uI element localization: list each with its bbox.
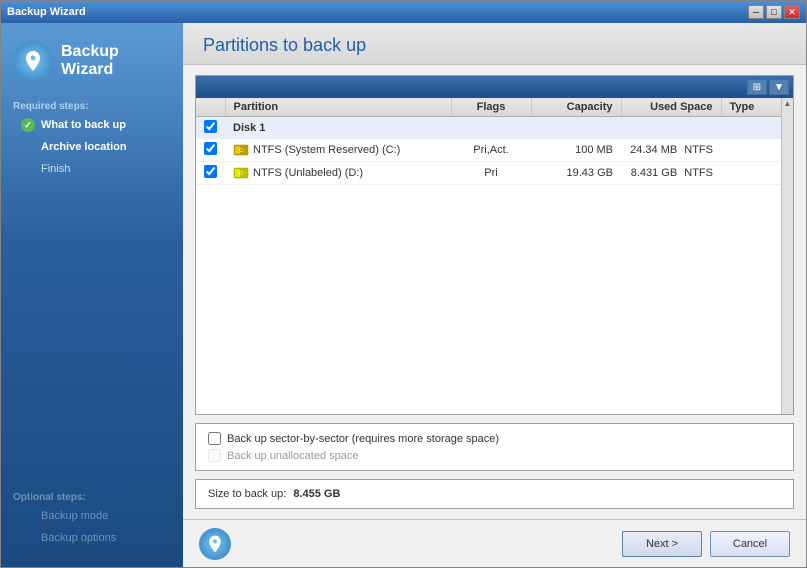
main-content: Partitions to back up ⊞ ▼: [183, 23, 806, 567]
partition-table-container: ⊞ ▼ Partition Flags C: [195, 75, 794, 415]
size-area: Size to back up: 8.455 GB: [195, 479, 794, 509]
footer: Next > Cancel: [183, 519, 806, 567]
window-content: Backup Wizard Required steps: ✓ What to …: [1, 23, 806, 567]
partition2-flags: Pri: [451, 162, 531, 185]
partition1-type: [721, 139, 781, 162]
partition2-type: [721, 162, 781, 185]
sidebar-optional-section: Optional steps: Backup mode Backup optio…: [1, 480, 183, 557]
partition2-name-cell: D: NTFS (Unlabeled) (D:): [225, 162, 451, 185]
table-row: C: NTFS (System Reserved) (C:) Pri,Act. …: [196, 139, 781, 162]
partition2-icon: D:: [233, 165, 249, 181]
partitions-table-element: Partition Flags Capacity Used Space Type: [196, 98, 781, 185]
wizard-icon: [13, 41, 53, 81]
table-row: D: NTFS (Unlabeled) (D:) Pri 19.43 GB: [196, 162, 781, 185]
partition2-usedspace: 8.431 GB NTFS: [621, 162, 721, 185]
col-header-flags: Flags: [451, 98, 531, 117]
footer-logo-icon: [205, 534, 225, 554]
title-bar-buttons: ─ □ ✕: [748, 5, 800, 19]
toolbar-icon-1[interactable]: ⊞: [747, 79, 767, 95]
option-sector-by-sector: Back up sector-by-sector (requires more …: [208, 432, 781, 445]
sidebar-item-label-what-to-backup: What to back up: [41, 119, 126, 131]
disk-group-check-cell: [196, 117, 225, 140]
wizard-icon-svg: [21, 49, 45, 73]
sidebar-item-label-archive-location: Archive location: [41, 141, 127, 153]
backup-wizard-window: Backup Wizard ─ □ ✕ Backup Wizard Requir…: [0, 0, 807, 568]
size-label: Size to back up:: [208, 488, 286, 500]
no-icon-backup-options: [21, 531, 35, 545]
partition2-checkbox[interactable]: [204, 165, 217, 178]
unallocated-label: Back up unallocated space: [227, 450, 358, 462]
partition2-capacity: 19.43 GB: [531, 162, 621, 185]
col-header-partition: Partition: [225, 98, 451, 117]
partition1-usedspace: 24.34 MB NTFS: [621, 139, 721, 162]
unallocated-checkbox[interactable]: [208, 449, 221, 462]
col-header-usedspace: Used Space: [621, 98, 721, 117]
disk-group-label: Disk 1: [225, 117, 781, 140]
next-button[interactable]: Next >: [622, 531, 702, 557]
col-header-check: [196, 98, 225, 117]
svg-text:D:: D:: [239, 171, 244, 177]
maximize-button[interactable]: □: [766, 5, 782, 19]
sector-by-sector-label: Back up sector-by-sector (requires more …: [227, 433, 499, 445]
disk-group-row: Disk 1: [196, 117, 781, 140]
table-scroll-wrapper: Partition Flags Capacity Used Space Type: [196, 98, 793, 414]
partition2-check-cell: [196, 162, 225, 185]
size-value: 8.455 GB: [293, 488, 340, 500]
col-header-type: Type: [721, 98, 781, 117]
title-bar: Backup Wizard ─ □ ✕: [1, 1, 806, 23]
sidebar-header: Backup Wizard: [1, 33, 183, 97]
sidebar-item-label-finish: Finish: [41, 163, 70, 175]
cancel-button[interactable]: Cancel: [710, 531, 790, 557]
partition1-checkbox[interactable]: [204, 142, 217, 155]
no-icon-archive: [21, 140, 35, 154]
sidebar-item-backup-options[interactable]: Backup options: [1, 527, 183, 549]
partition2-name-wrapper: D: NTFS (Unlabeled) (D:): [233, 165, 443, 181]
partition1-check-cell: [196, 139, 225, 162]
sidebar-wizard-title: Backup Wizard: [61, 43, 171, 79]
partition-table: Partition Flags Capacity Used Space Type: [196, 98, 781, 414]
no-icon-backup-mode: [21, 509, 35, 523]
partition1-capacity: 100 MB: [531, 139, 621, 162]
svg-text:C:: C:: [239, 148, 244, 154]
completed-icon: ✓: [21, 118, 35, 132]
sidebar: Backup Wizard Required steps: ✓ What to …: [1, 23, 183, 567]
col-header-capacity: Capacity: [531, 98, 621, 117]
partition1-name: NTFS (System Reserved) (C:): [253, 144, 400, 156]
optional-steps-title: Optional steps:: [1, 488, 183, 505]
options-area: Back up sector-by-sector (requires more …: [195, 423, 794, 471]
option-unallocated: Back up unallocated space: [208, 449, 781, 462]
toolbar-icon-2[interactable]: ▼: [769, 79, 789, 95]
main-header: Partitions to back up: [183, 23, 806, 65]
partition1-flags: Pri,Act.: [451, 139, 531, 162]
sidebar-item-label-backup-mode: Backup mode: [41, 510, 108, 522]
disk1-checkbox[interactable]: [204, 120, 217, 133]
footer-logo: [199, 528, 231, 560]
sidebar-item-finish[interactable]: Finish: [1, 158, 183, 180]
scroll-up-arrow[interactable]: ▲: [784, 99, 792, 108]
sidebar-item-label-backup-options: Backup options: [41, 532, 116, 544]
table-body: Disk 1: [196, 117, 781, 185]
table-toolbar: ⊞ ▼: [196, 76, 793, 98]
partition2-name: NTFS (Unlabeled) (D:): [253, 167, 363, 179]
page-title: Partitions to back up: [203, 35, 786, 56]
minimize-button[interactable]: ─: [748, 5, 764, 19]
main-body: ⊞ ▼ Partition Flags C: [183, 65, 806, 519]
sector-by-sector-checkbox[interactable]: [208, 432, 221, 445]
no-icon-finish: [21, 162, 35, 176]
table-header-row: Partition Flags Capacity Used Space Type: [196, 98, 781, 117]
close-button[interactable]: ✕: [784, 5, 800, 19]
required-steps-title: Required steps:: [1, 97, 183, 114]
sidebar-item-archive-location[interactable]: Archive location: [1, 136, 183, 158]
partition1-name-cell: C: NTFS (System Reserved) (C:): [225, 139, 451, 162]
partition1-name-wrapper: C: NTFS (System Reserved) (C:): [233, 142, 443, 158]
scroll-bar[interactable]: ▲: [781, 98, 793, 414]
sidebar-item-what-to-backup[interactable]: ✓ What to back up: [1, 114, 183, 136]
sidebar-item-backup-mode[interactable]: Backup mode: [1, 505, 183, 527]
partition1-icon: C:: [233, 142, 249, 158]
title-bar-text: Backup Wizard: [7, 6, 86, 18]
